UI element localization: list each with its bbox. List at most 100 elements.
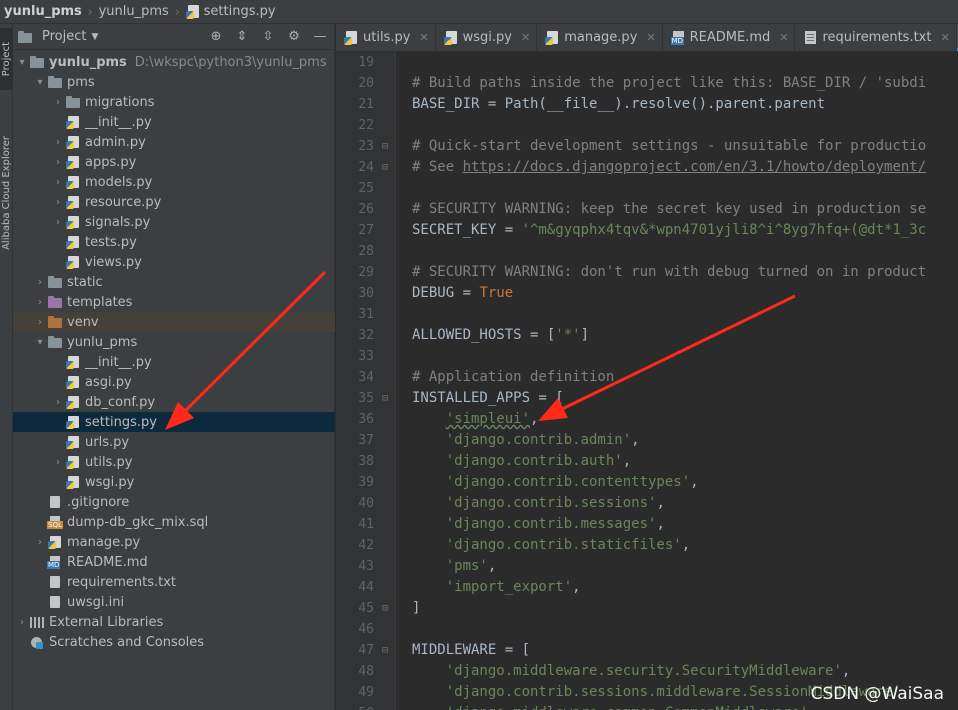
line-number: 46 <box>358 622 374 637</box>
editor-tab[interactable]: requirements.txt ✕ <box>795 24 957 51</box>
code-line: 47 ⊟ MIDDLEWARE = [ <box>336 640 958 661</box>
fold-marker-icon[interactable]: ⊟ <box>374 640 396 661</box>
tree-item[interactable]: ▾ pms <box>13 72 335 92</box>
code-text: # Build paths inside the project like th… <box>396 73 926 94</box>
tree-item[interactable]: wsgi.py <box>13 472 335 492</box>
chevron-down-icon[interactable]: ▾ <box>33 337 47 348</box>
tree-item[interactable]: uwsgi.ini <box>13 592 335 612</box>
tree-item[interactable]: __init__.py <box>13 352 335 372</box>
chevron-right-icon[interactable]: › <box>51 157 65 168</box>
fold-marker-icon[interactable]: ⊟ <box>374 136 396 157</box>
python-file-icon <box>65 155 81 169</box>
code-line: 46 <box>336 619 958 640</box>
hide-panel-icon[interactable]: — <box>312 29 328 44</box>
breadcrumb-item-package[interactable]: yunlu_pms <box>99 4 169 19</box>
scratches-icon <box>29 635 45 649</box>
chevron-right-icon[interactable]: › <box>33 297 47 308</box>
locate-file-icon[interactable]: ⊕ <box>208 29 224 44</box>
chevron-right-icon[interactable]: › <box>51 397 65 408</box>
tree-item[interactable]: › signals.py <box>13 212 335 232</box>
editor-tab[interactable]: wsgi.py ✕ <box>436 24 538 51</box>
editor-tab[interactable]: utils.py ✕ <box>336 24 436 51</box>
tree-item[interactable]: views.py <box>13 252 335 272</box>
breadcrumb-item-root[interactable]: yunlu_pms <box>4 4 82 19</box>
line-number: 22 <box>358 118 374 133</box>
tree-root[interactable]: ▾ yunlu_pms D:\wkspc\python3\yunlu_pms <box>13 52 335 72</box>
code-token: , <box>656 495 665 511</box>
python-file-icon <box>443 30 458 45</box>
tree-item[interactable]: › migrations <box>13 92 335 112</box>
tree-item[interactable]: dump-db_gkc_mix.sql <box>13 512 335 532</box>
breadcrumb-item-file[interactable]: settings.py <box>185 4 276 19</box>
chevron-right-icon[interactable]: › <box>33 317 47 328</box>
line-number: 28 <box>358 244 374 259</box>
watermark: CSDN @WaiSaa <box>810 684 944 704</box>
chevron-right-icon[interactable]: › <box>33 537 47 548</box>
code-line: 32 ALLOWED_HOSTS = ['*'] <box>336 325 958 346</box>
close-icon[interactable]: ✕ <box>779 31 788 44</box>
code-token: '^m&gyqphx4tqv&*wpn4701yjli8^i^8yg7hfq+(… <box>521 222 927 238</box>
chevron-right-icon[interactable]: › <box>33 277 47 288</box>
chevron-right-icon[interactable]: › <box>51 197 65 208</box>
tree-item[interactable]: README.md <box>13 552 335 572</box>
tree-item-label: apps.py <box>85 154 137 170</box>
tree-item[interactable]: settings.py <box>13 412 335 432</box>
chevron-right-icon[interactable]: › <box>51 137 65 148</box>
chevron-right-icon[interactable]: › <box>51 177 65 188</box>
code-text: # Quick-start development settings - uns… <box>396 136 926 157</box>
tree-item[interactable]: › utils.py <box>13 452 335 472</box>
tree-item[interactable]: urls.py <box>13 432 335 452</box>
fold-marker-icon[interactable]: ⊟ <box>374 157 396 178</box>
close-icon[interactable]: ✕ <box>940 31 949 44</box>
close-icon[interactable]: ✕ <box>521 31 530 44</box>
code-editor[interactable]: 19 20 # Build paths inside the project lik… <box>336 52 958 710</box>
tree-item[interactable]: .gitignore <box>13 492 335 512</box>
tree-item[interactable]: ▾ yunlu_pms <box>13 332 335 352</box>
tree-item[interactable]: › apps.py <box>13 152 335 172</box>
editor-tab[interactable]: README.md ✕ <box>663 24 796 51</box>
editor-tab[interactable]: manage.py ✕ <box>537 24 663 51</box>
tree-item[interactable]: › static <box>13 272 335 292</box>
collapse-all-icon[interactable]: ⇳ <box>260 29 276 44</box>
python-file-icon <box>65 235 81 249</box>
tree-item[interactable]: › venv <box>13 312 335 332</box>
tree-item[interactable]: __init__.py <box>13 112 335 132</box>
chevron-right-icon[interactable]: › <box>51 97 65 108</box>
fold-marker-icon[interactable]: ⊟ <box>374 388 396 409</box>
fold-marker-icon[interactable]: ⊟ <box>374 598 396 619</box>
tree-item[interactable]: › External Libraries <box>13 612 335 632</box>
tree-item[interactable]: asgi.py <box>13 372 335 392</box>
chevron-right-icon[interactable]: › <box>51 457 65 468</box>
doc-link[interactable]: https://docs.djangoproject.com/en/3.1/ho… <box>463 159 927 175</box>
chevron-right-icon[interactable]: › <box>51 217 65 228</box>
tree-item[interactable]: Scratches and Consoles <box>13 632 335 652</box>
tree-item-label: README.md <box>67 554 148 570</box>
tree-item[interactable]: › templates <box>13 292 335 312</box>
tree-item[interactable]: requirements.txt <box>13 572 335 592</box>
tree-item[interactable]: › admin.py <box>13 132 335 152</box>
chevron-right-icon[interactable]: › <box>15 617 29 628</box>
line-number: 39 <box>358 475 374 490</box>
code-token: 'django.middleware.common.CommonMiddlewa… <box>446 705 808 710</box>
project-view-selector[interactable]: Project ▼ <box>17 29 98 44</box>
gear-icon[interactable]: ⚙ <box>286 29 302 44</box>
tree-item[interactable]: tests.py <box>13 232 335 252</box>
code-line: 21 BASE_DIR = Path(__file__).resolve().pa… <box>336 94 958 115</box>
tree-item[interactable]: › resource.py <box>13 192 335 212</box>
close-icon[interactable]: ✕ <box>419 31 428 44</box>
tool-tab-alibaba-cloud-explorer[interactable]: Alibaba Cloud Explorer <box>0 108 13 278</box>
expand-all-icon[interactable]: ⇕ <box>234 29 250 44</box>
tree-item[interactable]: › db_conf.py <box>13 392 335 412</box>
tree-item[interactable]: › models.py <box>13 172 335 192</box>
close-icon[interactable]: ✕ <box>646 31 655 44</box>
tool-tab-project[interactable]: Project <box>0 28 13 90</box>
tree-item[interactable]: › manage.py <box>13 532 335 552</box>
chevron-down-icon[interactable]: ▾ <box>15 57 29 68</box>
chevron-down-icon[interactable]: ▾ <box>33 77 47 88</box>
